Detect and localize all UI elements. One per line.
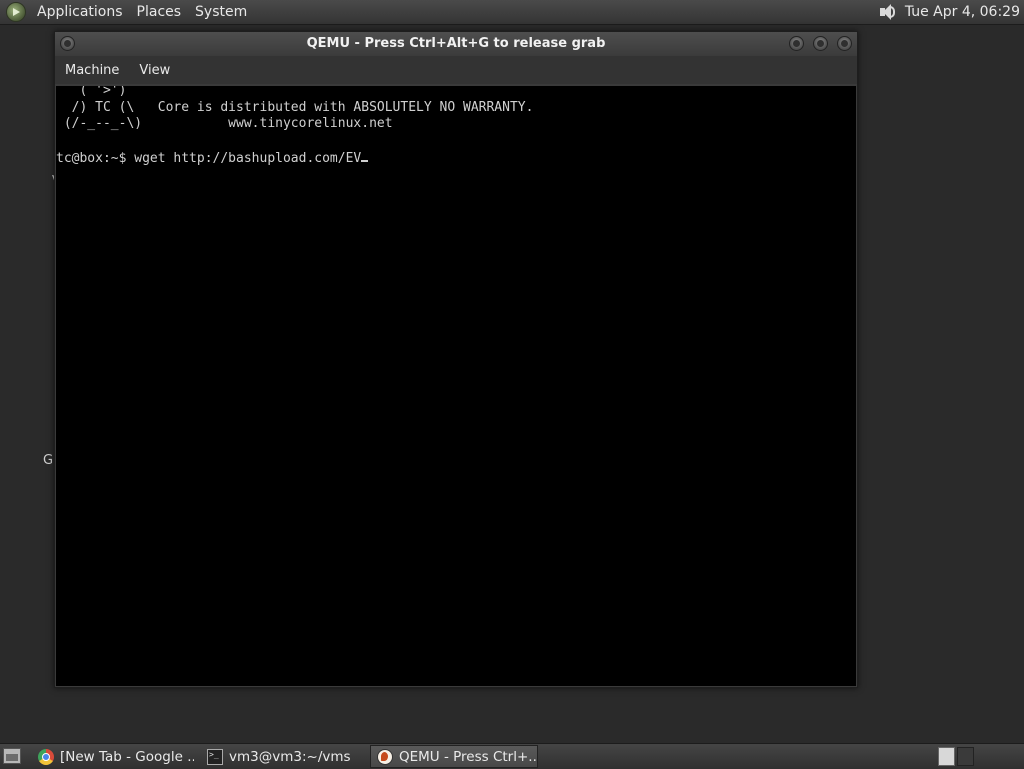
volume-wave-shape — [889, 6, 895, 18]
taskbar-item-label: vm3@vm3:~/vms — [229, 748, 351, 765]
qemu-window: QEMU - Press Ctrl+Alt+G to release grab … — [54, 31, 858, 688]
workspace-2-button[interactable] — [957, 747, 974, 766]
console-line: ( '>') — [56, 86, 127, 98]
vm-console[interactable]: ( '>') /) TC (\ Core is distributed with… — [56, 86, 856, 686]
console-command: tc@box:~$ wget http://bashupload.com/EV — [56, 151, 362, 166]
terminal-icon — [207, 748, 223, 765]
window-titlebar[interactable]: QEMU - Press Ctrl+Alt+G to release grab — [55, 32, 857, 56]
bottom-taskbar: [New Tab - Google ... vm3@vm3:~/vms QEMU… — [0, 743, 1024, 769]
qemu-icon — [377, 748, 393, 765]
window-title: QEMU - Press Ctrl+Alt+G to release grab — [306, 36, 606, 51]
machine-menu[interactable]: Machine — [55, 63, 129, 78]
window-menu-button[interactable] — [60, 36, 75, 51]
taskbar-item-label: [New Tab - Google ... — [60, 748, 194, 765]
distro-logo-icon[interactable] — [6, 2, 26, 22]
view-menu[interactable]: View — [129, 63, 180, 78]
console-prompt-line: tc@box:~$ wget http://bashupload.com/EV — [56, 148, 369, 167]
text-cursor — [361, 148, 369, 162]
console-line: /) TC (\ Core is distributed with ABSOLU… — [56, 100, 534, 115]
desktop-icon-label-fragment: G — [43, 453, 54, 468]
taskbar-item-label: QEMU - Press Ctrl+... — [399, 748, 538, 765]
applications-menu[interactable]: Applications — [30, 0, 130, 24]
workspace-1-button[interactable] — [938, 747, 955, 766]
minimize-button[interactable] — [789, 36, 804, 51]
top-panel: Applications Places System Tue Apr 4, 06… — [0, 0, 1024, 25]
maximize-button[interactable] — [813, 36, 828, 51]
qemu-menubar: Machine View — [55, 56, 857, 84]
taskbar-item-qemu[interactable]: QEMU - Press Ctrl+... — [370, 745, 538, 768]
clock[interactable]: Tue Apr 4, 06:29 — [905, 4, 1024, 20]
places-menu[interactable]: Places — [130, 0, 189, 24]
console-line: (/-_--_-\) www.tinycorelinux.net — [56, 116, 393, 131]
close-button[interactable] — [837, 36, 852, 51]
volume-icon[interactable] — [877, 2, 897, 22]
taskbar-item-chrome[interactable]: [New Tab - Google ... — [32, 745, 194, 768]
system-menu[interactable]: System — [188, 0, 254, 24]
taskbar-item-terminal[interactable]: vm3@vm3:~/vms — [201, 745, 366, 768]
chrome-icon — [38, 748, 54, 765]
show-desktop-icon[interactable] — [3, 748, 21, 764]
